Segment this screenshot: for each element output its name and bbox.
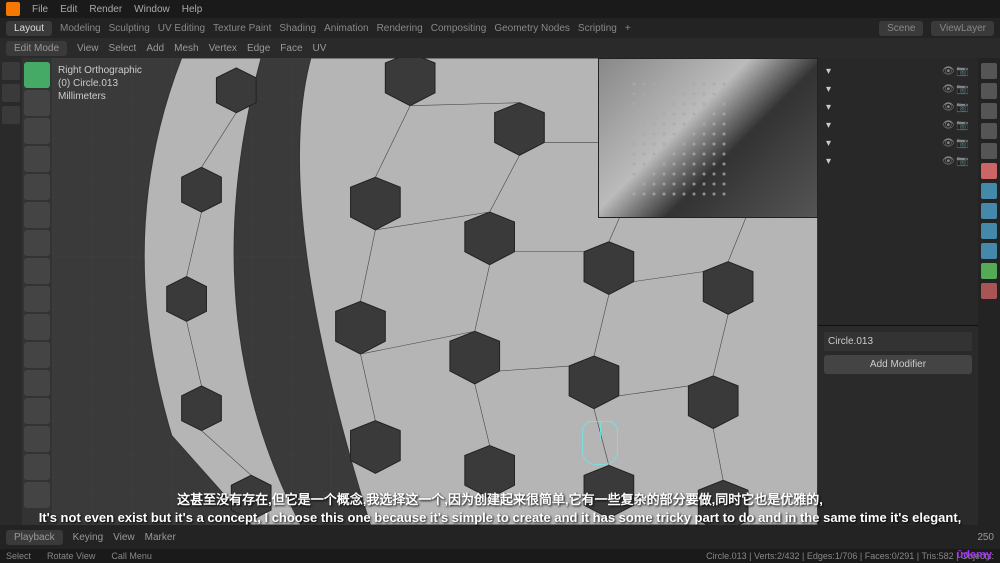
- mouse-hint-icon: [582, 421, 618, 465]
- menu-vertex[interactable]: Vertex: [209, 43, 237, 54]
- header-toolbar-left: [0, 58, 22, 525]
- outliner-list[interactable]: ▾👁📷 ▾👁📷 ▾👁📷 ▾👁📷 ▾👁📷 ▾👁📷: [818, 58, 978, 325]
- scene-selector[interactable]: Scene: [879, 21, 923, 36]
- menu-face[interactable]: Face: [280, 43, 302, 54]
- menu-window[interactable]: Window: [134, 4, 170, 15]
- tool-extrude[interactable]: [24, 286, 50, 312]
- tool-bevel[interactable]: [24, 342, 50, 368]
- move-icon[interactable]: [2, 106, 20, 124]
- menu-add[interactable]: Add: [146, 43, 164, 54]
- props-object-name: Circle.013: [824, 332, 972, 351]
- menu-edge[interactable]: Edge: [247, 43, 270, 54]
- viewport-3d[interactable]: Right Orthographic (0) Circle.013 Millim…: [52, 58, 818, 525]
- tool-spin[interactable]: [24, 454, 50, 480]
- menu-edit[interactable]: Edit: [60, 4, 77, 15]
- tab-material-icon[interactable]: [981, 283, 997, 299]
- viewport-info: Right Orthographic (0) Circle.013 Millim…: [58, 64, 142, 103]
- viewlayer-selector[interactable]: ViewLayer: [931, 21, 994, 36]
- tab-shading[interactable]: Shading: [279, 23, 316, 34]
- properties-panel: Circle.013 Add Modifier: [818, 325, 978, 525]
- tab-animation[interactable]: Animation: [324, 23, 368, 34]
- tab-uv[interactable]: UV Editing: [158, 23, 205, 34]
- menu-uv[interactable]: UV: [313, 43, 327, 54]
- frame-end[interactable]: 250: [977, 532, 994, 543]
- blender-logo-icon: [6, 2, 20, 16]
- outliner-item[interactable]: ▾👁📷: [822, 98, 974, 116]
- tool-annotate[interactable]: [24, 230, 50, 256]
- tab-sculpting[interactable]: Sculpting: [109, 23, 150, 34]
- outliner-item[interactable]: ▾👁📷: [822, 152, 974, 170]
- tool-select[interactable]: [24, 62, 50, 88]
- tool-move[interactable]: [24, 118, 50, 144]
- menu-mesh[interactable]: Mesh: [174, 43, 198, 54]
- status-stats: Circle.013 | Verts:2/432 | Edges:1/706 |…: [706, 551, 994, 561]
- reference-image: [598, 58, 818, 218]
- outliner-item[interactable]: ▾👁📷: [822, 62, 974, 80]
- tl-marker[interactable]: Marker: [145, 532, 176, 543]
- menu-help[interactable]: Help: [182, 4, 203, 15]
- tab-particle-icon[interactable]: [981, 203, 997, 219]
- tab-modifier-icon[interactable]: [981, 183, 997, 199]
- tool-inset[interactable]: [24, 314, 50, 340]
- tab-view-icon[interactable]: [981, 103, 997, 119]
- menu-render[interactable]: Render: [89, 4, 122, 15]
- tab-render-icon[interactable]: [981, 63, 997, 79]
- tab-rendering[interactable]: Rendering: [377, 23, 423, 34]
- tool-poly[interactable]: [24, 426, 50, 452]
- toolbar-left: [22, 58, 52, 525]
- tab-object-icon[interactable]: [981, 163, 997, 179]
- outliner-item[interactable]: ▾👁📷: [822, 134, 974, 152]
- menu-select[interactable]: Select: [109, 43, 137, 54]
- select-icon[interactable]: [2, 84, 20, 102]
- tab-add[interactable]: +: [625, 23, 631, 34]
- cursor-icon[interactable]: [2, 62, 20, 80]
- outliner-item[interactable]: ▾👁📷: [822, 80, 974, 98]
- workspace-tabs: Layout Modeling Sculpting UV Editing Tex…: [0, 18, 1000, 38]
- menu-file[interactable]: File: [32, 4, 48, 15]
- add-modifier-button[interactable]: Add Modifier: [824, 355, 972, 374]
- timeline[interactable]: Playback Keying View Marker 250: [0, 525, 1000, 549]
- tab-output-icon[interactable]: [981, 83, 997, 99]
- tool-knife[interactable]: [24, 398, 50, 424]
- properties-tabs: [978, 58, 1000, 525]
- tab-compositing[interactable]: Compositing: [431, 23, 487, 34]
- tool-transform[interactable]: [24, 202, 50, 228]
- playback-dropdown[interactable]: Playback: [6, 530, 63, 545]
- status-bar: Select Rotate View Call Menu Circle.013 …: [0, 549, 1000, 563]
- tool-measure[interactable]: [24, 258, 50, 284]
- tab-physics-icon[interactable]: [981, 223, 997, 239]
- tab-modeling[interactable]: Modeling: [60, 23, 101, 34]
- tab-scripting[interactable]: Scripting: [578, 23, 617, 34]
- mode-bar: Edit Mode View Select Add Mesh Vertex Ed…: [0, 38, 1000, 58]
- tool-smooth[interactable]: [24, 482, 50, 508]
- tab-world-icon[interactable]: [981, 143, 997, 159]
- outliner-item[interactable]: ▾👁📷: [822, 116, 974, 134]
- tool-loopcut[interactable]: [24, 370, 50, 396]
- tab-constraint-icon[interactable]: [981, 243, 997, 259]
- outliner-panel: ▾👁📷 ▾👁📷 ▾👁📷 ▾👁📷 ▾👁📷 ▾👁📷 Circle.013 Add M…: [818, 58, 978, 525]
- tab-geonodes[interactable]: Geometry Nodes: [494, 23, 570, 34]
- tool-scale[interactable]: [24, 174, 50, 200]
- top-menu-bar: File Edit Render Window Help: [0, 0, 1000, 18]
- tab-scene-icon[interactable]: [981, 123, 997, 139]
- mode-dropdown[interactable]: Edit Mode: [6, 41, 67, 56]
- status-select: Select: [6, 551, 31, 561]
- status-rotate: Rotate View: [47, 551, 95, 561]
- tl-view[interactable]: View: [113, 532, 135, 543]
- tab-texture[interactable]: Texture Paint: [213, 23, 271, 34]
- tool-rotate[interactable]: [24, 146, 50, 172]
- tab-layout[interactable]: Layout: [6, 21, 52, 36]
- tool-cursor[interactable]: [24, 90, 50, 116]
- tl-keying[interactable]: Keying: [73, 532, 104, 543]
- tab-data-icon[interactable]: [981, 263, 997, 279]
- udemy-logo: ûdemy: [957, 549, 992, 561]
- menu-view[interactable]: View: [77, 43, 99, 54]
- status-menu: Call Menu: [111, 551, 152, 561]
